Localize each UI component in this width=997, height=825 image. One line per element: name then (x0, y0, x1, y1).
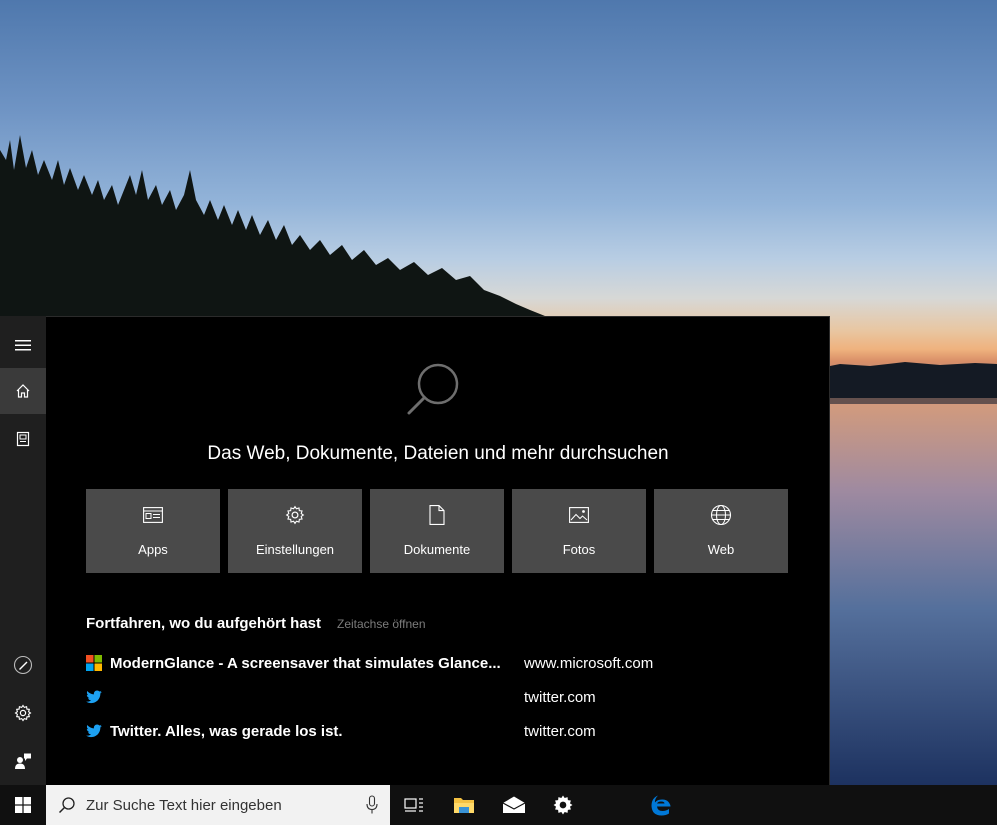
settings-button[interactable] (0, 690, 46, 736)
tile-documents[interactable]: Dokumente (370, 489, 504, 573)
hamburger-icon (15, 340, 31, 351)
tile-documents-label: Dokumente (403, 542, 471, 557)
recent-section-header: Fortfahren, wo du aufgehört hast Zeitach… (86, 615, 426, 632)
twitter-bird-icon (86, 724, 102, 738)
taskbar-search-box[interactable] (46, 785, 390, 825)
recent-item-url: www.microsoft.com (524, 654, 654, 672)
photo-icon (569, 507, 589, 523)
pen-button[interactable] (0, 642, 46, 688)
edge-browser-button[interactable] (637, 785, 685, 825)
recent-item-url: twitter.com (524, 688, 596, 706)
search-hint-text: Das Web, Dokumente, Dateien und mehr dur… (207, 443, 669, 464)
tile-photos-label: Fotos (562, 542, 596, 557)
apps-icon (143, 507, 163, 523)
tile-settings[interactable]: Einstellungen (228, 489, 362, 573)
notebook-button[interactable] (0, 416, 46, 462)
edge-icon (651, 795, 671, 816)
twitter-bird-icon (86, 690, 102, 704)
recent-item-title: Twitter. Alles, was gerade los ist. (110, 722, 343, 740)
recent-item[interactable]: twitter.com (86, 685, 786, 709)
home-button[interactable] (0, 368, 46, 414)
tile-web[interactable]: Web (654, 489, 788, 573)
settings-app-button[interactable] (539, 785, 587, 825)
pen-icon (13, 655, 33, 675)
search-panel: Das Web, Dokumente, Dateien und mehr dur… (46, 316, 830, 785)
feedback-button[interactable] (0, 738, 46, 784)
document-icon (429, 505, 445, 525)
feedback-icon (15, 753, 31, 769)
taskbar (0, 785, 997, 825)
search-sidebar (0, 316, 46, 785)
tile-apps-label: Apps (138, 542, 168, 557)
tile-settings-label: Einstellungen (255, 542, 335, 557)
file-explorer-icon (454, 798, 474, 813)
menu-button[interactable] (0, 322, 46, 368)
file-explorer-button[interactable] (440, 785, 488, 825)
tile-photos[interactable]: Fotos (512, 489, 646, 573)
microphone-icon[interactable] (366, 795, 378, 815)
windows-logo-icon (15, 797, 31, 813)
task-view-icon (404, 798, 423, 812)
recent-section-title: Fortfahren, wo du aufgehört hast (86, 615, 321, 632)
mail-button[interactable] (490, 785, 538, 825)
search-icon (407, 363, 459, 415)
globe-icon (710, 504, 732, 526)
task-view-button[interactable] (390, 785, 438, 825)
search-input[interactable] (86, 796, 346, 814)
start-button[interactable] (0, 785, 46, 825)
tile-apps[interactable]: Apps (86, 489, 220, 573)
microsoft-logo-icon (86, 655, 102, 671)
tile-web-label: Web (707, 542, 735, 557)
gear-icon (14, 704, 32, 722)
recent-item[interactable]: Twitter. Alles, was gerade los ist. twit… (86, 719, 786, 743)
home-icon (16, 384, 30, 398)
search-filter-tiles: Apps Einstellungen Dokumente Fotos Web (86, 489, 788, 573)
mail-icon (502, 796, 526, 813)
gear-icon (285, 505, 305, 525)
notebook-icon (16, 431, 30, 447)
settings-icon (553, 795, 573, 815)
recent-item[interactable]: ModernGlance - A screensaver that simula… (86, 651, 786, 675)
recent-item-url: twitter.com (524, 722, 596, 740)
search-icon (58, 797, 75, 814)
open-timeline-link[interactable]: Zeitachse öffnen (337, 617, 426, 631)
recent-item-title: ModernGlance - A screensaver that simula… (110, 654, 501, 672)
